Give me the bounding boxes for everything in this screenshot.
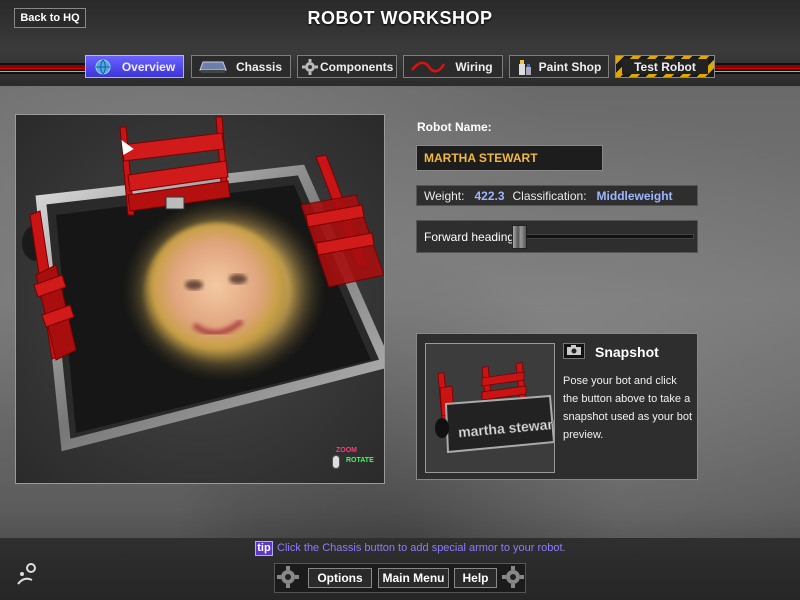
- classification-value: Middleweight: [596, 188, 673, 203]
- robot-name-field[interactable]: MARTHA STEWART: [416, 145, 603, 171]
- robot-stats-bar: Weight: 422.3 Classification: Middleweig…: [416, 185, 698, 206]
- mouse-icon: [332, 455, 340, 469]
- gear-left-icon: [277, 566, 299, 588]
- game-logo-icon: [14, 562, 38, 588]
- forward-heading-slider-thumb[interactable]: [512, 225, 527, 249]
- camera-icon: [567, 342, 581, 360]
- tab-test-robot[interactable]: Test Robot: [615, 55, 715, 78]
- snapshot-panel: martha stewart Snapshot Pose your bot an…: [416, 333, 698, 480]
- tab-wiring[interactable]: Wiring: [403, 55, 503, 78]
- tab-paint-shop[interactable]: Paint Shop: [509, 55, 609, 78]
- zoom-hint: ZOOM: [336, 447, 357, 454]
- snapshot-preview: martha stewart: [425, 343, 555, 473]
- main-menu-button[interactable]: Main Menu: [378, 568, 449, 588]
- robot-model-render: [22, 116, 384, 452]
- options-button[interactable]: Options: [308, 568, 372, 588]
- rotate-hint: ROTATE: [346, 457, 374, 464]
- robot-3d-viewport[interactable]: ZOOM ROTATE: [15, 114, 385, 484]
- page-title: ROBOT WORKSHOP: [307, 8, 493, 28]
- tab-label: Paint Shop: [538, 59, 602, 74]
- weight-value: 422.3: [474, 188, 505, 203]
- chassis-icon: [198, 59, 228, 75]
- tab-label: Wiring: [455, 59, 493, 74]
- view-controls-hint: ZOOM ROTATE: [332, 447, 378, 471]
- snapshot-robot-image: martha stewart: [435, 361, 554, 454]
- tip-badge: tip: [255, 541, 273, 556]
- forward-heading-label: Forward heading:: [424, 229, 518, 244]
- classification-label: Classification:: [512, 188, 587, 203]
- robot-name-label: Robot Name:: [417, 120, 492, 134]
- forward-heading-slider-track[interactable]: [512, 234, 694, 239]
- tab-label: Test Robot: [622, 59, 708, 74]
- paint-can-icon: [514, 59, 536, 75]
- wire-icon: [410, 59, 446, 75]
- globe-icon: [92, 59, 114, 75]
- tab-label: Overview: [121, 59, 176, 74]
- snapshot-title: Snapshot: [595, 344, 659, 360]
- tab-chassis[interactable]: Chassis: [191, 55, 291, 78]
- snapshot-description: Pose your bot and click the button above…: [563, 375, 693, 441]
- snapshot-camera-button[interactable]: [563, 343, 585, 359]
- gear-icon: [302, 58, 318, 75]
- weight-label: Weight:: [424, 188, 465, 203]
- tab-overview[interactable]: Overview: [85, 55, 184, 78]
- tab-label: Components: [320, 59, 394, 74]
- tab-bar: Overview Chassis Components Wiring Paint…: [0, 55, 800, 79]
- tab-label: Chassis: [235, 59, 283, 74]
- help-button[interactable]: Help: [454, 568, 497, 588]
- tab-components[interactable]: Components: [297, 55, 397, 78]
- tip-text: Click the Chassis button to add special …: [277, 542, 566, 554]
- gear-right-icon: [502, 566, 524, 588]
